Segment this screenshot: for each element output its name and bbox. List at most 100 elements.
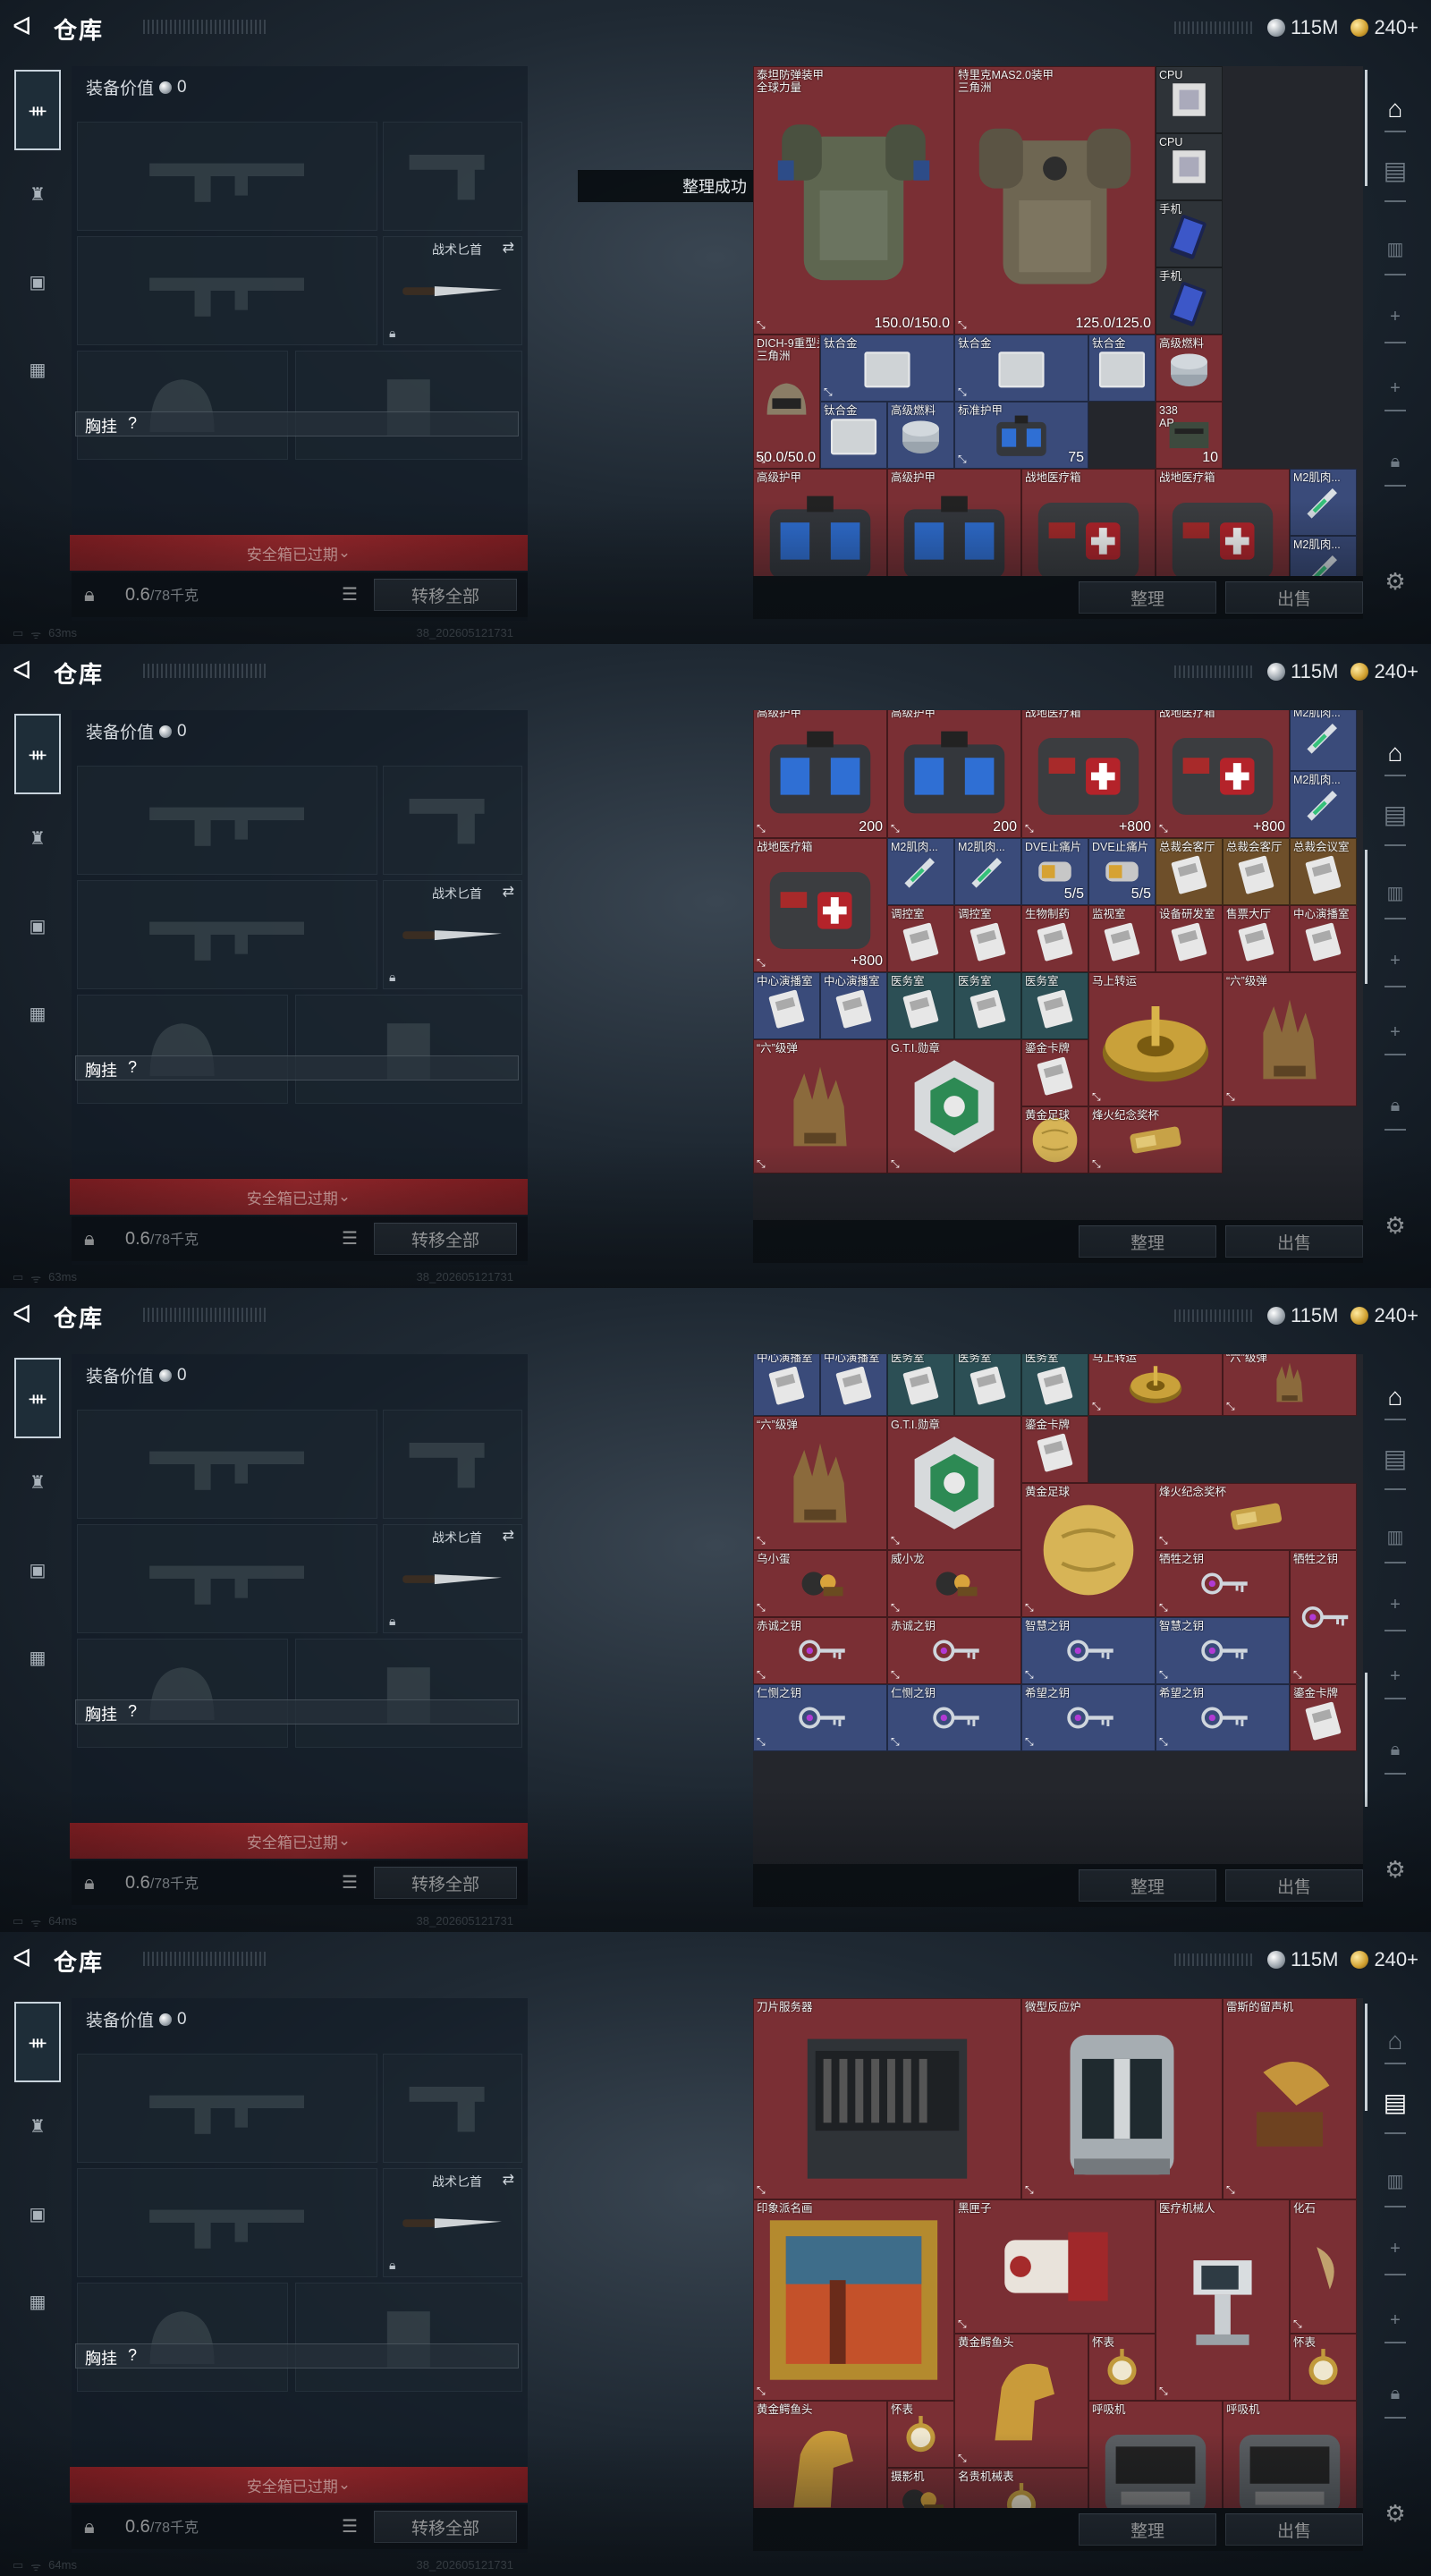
inventory-item[interactable]: M2肌肉... (1290, 771, 1357, 838)
secondary-weapon-slot[interactable] (77, 236, 377, 345)
inventory-scrollbar[interactable] (1365, 850, 1367, 984)
inventory-item[interactable]: 名贵机械表⤡ (954, 2468, 1088, 2508)
inventory-item[interactable]: 医疗机械人 ⤡ (1156, 2199, 1290, 2401)
transfer-all-button[interactable]: 转移全部 (374, 579, 517, 611)
currency-silver[interactable]: 115M (1267, 1304, 1338, 1327)
inventory-item[interactable]: 刀片服务器 ⤡ (753, 1998, 1021, 2199)
settings-button[interactable]: ⚙ (1379, 1209, 1411, 1241)
currency-silver[interactable]: 115M (1267, 660, 1338, 683)
inventory-item[interactable]: 鎏金卡牌 (1021, 1039, 1088, 1106)
inventory-item[interactable]: 希望之钥 ⤡ (1021, 1684, 1156, 1751)
add-tab[interactable]: + (1379, 2233, 1411, 2265)
helmet-slot[interactable] (77, 2283, 288, 2392)
inventory-item[interactable]: DVE止痛片 5/5 (1021, 838, 1088, 905)
inventory-item[interactable]: 高级护甲⤡ (753, 469, 887, 576)
inventory-item[interactable]: 智慧之钥 ⤡ (1156, 1617, 1290, 1684)
melee-slot[interactable]: 战术匕首 ⇄ 🔒︎ (383, 1524, 522, 1633)
sidearm-slot[interactable] (383, 122, 522, 231)
inventory-item[interactable]: 生物制药 (1021, 905, 1088, 972)
display-tab[interactable]: ▤ (1379, 154, 1411, 186)
inventory-item[interactable]: 医务室 (954, 972, 1021, 1039)
locked-tab[interactable]: 🔒︎ (1379, 1089, 1411, 1122)
vest-tab[interactable]: ♜ (14, 2082, 61, 2170)
inventory-item[interactable]: 黄金鳄鱼头⤡ (753, 2401, 887, 2508)
currency-gold[interactable]: 240+ (1351, 660, 1418, 683)
inventory-item[interactable]: 战地医疗箱 +800 ⤡ (1156, 710, 1290, 838)
inventory-item[interactable]: 中心演播室 (820, 972, 887, 1039)
inventory-item[interactable]: “六”级弹 ⤡ (1223, 972, 1357, 1106)
inventory-item[interactable]: 呼吸机⤡ (1088, 2401, 1223, 2508)
inventory-item[interactable]: 特里克MAS2.0装甲 三角洲 125.0/125.0 ⤡ (954, 66, 1156, 335)
swap-icon[interactable]: ⇄ (503, 883, 514, 901)
inventory-item[interactable]: 调控室 (954, 905, 1021, 972)
currency-gold[interactable]: 240+ (1351, 1948, 1418, 1971)
inventory-grid[interactable]: 中心演播室 中心演播室 医务室 医务室 医务室 马上转运 ⤡ “六”级弹 ⤡ “六”级弹 ⤡ G.T.… (753, 1354, 1363, 1864)
inventory-grid[interactable]: 50.0/50.0钛合金高级燃料标准护甲75⤡338 AP10高级护甲200⤡高… (753, 710, 1363, 1220)
inventory-item[interactable]: 鎏金卡牌 (1290, 1684, 1357, 1751)
add-tab-2[interactable]: + (1379, 1660, 1411, 1692)
swap-icon[interactable]: ⇄ (503, 2171, 514, 2189)
locked-tab[interactable]: 🔒︎ (1379, 445, 1411, 478)
inventory-item[interactable]: 高级燃料 (887, 402, 954, 469)
inventory-item[interactable]: 怀表 (887, 2401, 954, 2468)
inventory-item[interactable]: 医务室 (1021, 1354, 1088, 1416)
inventory-item[interactable]: 338 AP 10 (1156, 402, 1223, 469)
warehouse-tab[interactable]: ⌂ (1379, 2025, 1411, 2057)
inventory-item[interactable]: 怀表 (1088, 2334, 1156, 2401)
inventory-item[interactable]: 呼吸机⤡ (1223, 2401, 1357, 2508)
inventory-item[interactable]: DICH-9重型头盔 三角洲50.0/50.0⤡ (753, 335, 820, 469)
inventory-item[interactable]: 烽火纪念奖杯 ⤡ (1156, 1483, 1357, 1550)
weapon-tab[interactable]: ᚒ (14, 714, 61, 794)
inventory-item[interactable]: 调控室 (887, 905, 954, 972)
inventory-item[interactable]: 中心演播室 (1290, 905, 1357, 972)
armor-slot[interactable] (295, 1639, 522, 1748)
inventory-item[interactable]: 泰坦防弹装甲 全球力量 150.0/150.0 ⤡ (753, 66, 954, 335)
inventory-scrollbar[interactable] (1365, 1673, 1367, 1807)
melee-slot[interactable]: 战术匕首 ⇄ 🔒︎ (383, 880, 522, 989)
secondary-weapon-slot[interactable] (77, 1524, 377, 1633)
sidearm-slot[interactable] (383, 2054, 522, 2163)
helmet-slot[interactable] (77, 995, 288, 1104)
transfer-all-button[interactable]: 转移全部 (374, 2511, 517, 2543)
inventory-item[interactable]: 高级护甲 200 ⤡ (887, 710, 1021, 838)
backpack-tab[interactable]: ▣ (14, 2170, 61, 2258)
inventory-item[interactable]: 总裁会客厅 (1223, 838, 1290, 905)
warehouse-tab[interactable]: ⌂ (1379, 737, 1411, 769)
inventory-item[interactable]: 希望之钥 ⤡ (1156, 1684, 1290, 1751)
inventory-item[interactable]: 牺牲之钥 ⤡ (1156, 1550, 1290, 1617)
secondary-weapon-slot[interactable] (77, 2168, 377, 2277)
sidearm-slot[interactable] (383, 1410, 522, 1519)
list-view-icon[interactable]: ☰ (342, 1227, 358, 1250)
armor-slot[interactable] (295, 2283, 522, 2392)
inventory-item[interactable]: “六”级弹 ⤡ (753, 1416, 887, 1550)
swap-icon[interactable]: ⇄ (503, 1527, 514, 1545)
display-tab[interactable]: ▤ (1379, 1442, 1411, 1474)
inventory-item[interactable]: 中心演播室 (753, 972, 820, 1039)
inventory-item[interactable]: M2肌肉... (1290, 536, 1357, 576)
transfer-all-button[interactable]: 转移全部 (374, 1867, 517, 1899)
add-tab[interactable]: + (1379, 1589, 1411, 1621)
display-tab[interactable]: ▤ (1379, 798, 1411, 830)
sell-button[interactable]: 出售 (1225, 1225, 1363, 1258)
inventory-item[interactable]: 设备研发室 (1156, 905, 1223, 972)
inventory-item[interactable]: 赤诚之钥 ⤡ (887, 1617, 1021, 1684)
inventory-item[interactable]: 总裁会议室 (1290, 838, 1357, 905)
inventory-item[interactable]: 监视室 (1088, 905, 1156, 972)
inventory-item[interactable]: 黄金鳄鱼头⤡ (954, 2334, 1088, 2468)
inventory-item[interactable]: 高级护甲⤡ (887, 469, 1021, 576)
add-tab-2[interactable]: + (1379, 372, 1411, 404)
currency-gold[interactable]: 240+ (1351, 16, 1418, 39)
locked-tab[interactable]: 🔒︎ (1379, 2377, 1411, 2410)
collection-tab[interactable]: ▥ (1379, 233, 1411, 265)
helmet-slot[interactable] (77, 1639, 288, 1748)
weapon-tab[interactable]: ᚒ (14, 2002, 61, 2082)
backpack-tab[interactable]: ▣ (14, 238, 61, 326)
melee-slot[interactable]: 战术匕首 ⇄ 🔒︎ (383, 2168, 522, 2277)
inventory-item[interactable]: 乌小蛋 ⤡ (753, 1550, 887, 1617)
swap-icon[interactable]: ⇄ (503, 239, 514, 257)
collection-tab[interactable]: ▥ (1379, 1521, 1411, 1553)
inventory-item[interactable]: 高级护甲 200 ⤡ (753, 710, 887, 838)
safe-box-expired-bar[interactable]: 安全箱已过期 ⌄ (70, 2467, 528, 2503)
weapon-tab[interactable]: ᚒ (14, 1358, 61, 1438)
inventory-item[interactable]: 高级燃料 (1156, 335, 1223, 402)
